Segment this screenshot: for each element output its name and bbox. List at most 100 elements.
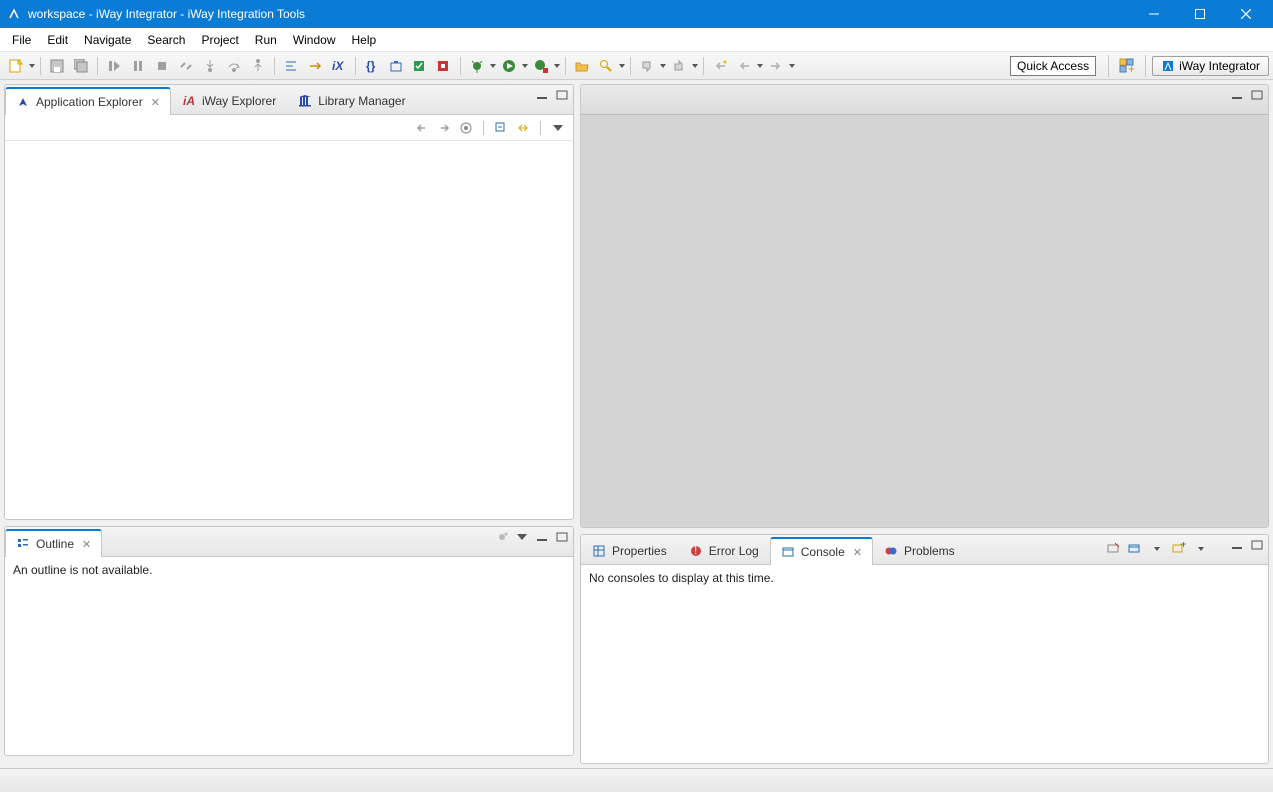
- link-editor-icon[interactable]: [514, 119, 532, 137]
- toolbar-separator: [40, 57, 41, 75]
- search-dropdown[interactable]: [618, 64, 626, 68]
- tab-error-log[interactable]: ! Error Log: [678, 536, 770, 564]
- run-dropdown[interactable]: [521, 64, 529, 68]
- tab-iway-explorer[interactable]: iA iWay Explorer: [171, 86, 287, 114]
- perspective-icon: [1161, 59, 1175, 73]
- close-icon[interactable]: ✕: [149, 96, 160, 109]
- quick-access-button[interactable]: Quick Access: [1010, 56, 1096, 76]
- test-icon[interactable]: [433, 55, 455, 77]
- tab-application-explorer[interactable]: Application Explorer ✕: [5, 87, 171, 115]
- new-console-dropdown[interactable]: [1192, 540, 1210, 558]
- minimize-view-button[interactable]: [1230, 89, 1244, 101]
- maximize-button[interactable]: [1177, 0, 1223, 28]
- maximize-view-button[interactable]: [1250, 89, 1264, 101]
- explorer-tabrow: Application Explorer ✕ iA iWay Explorer …: [5, 85, 573, 115]
- display-console-icon[interactable]: [1126, 540, 1144, 558]
- menu-search[interactable]: Search: [139, 28, 193, 51]
- console-toolbar: +: [1104, 540, 1210, 558]
- close-icon[interactable]: ✕: [80, 538, 91, 551]
- home-icon[interactable]: [457, 119, 475, 137]
- minimize-button[interactable]: [1131, 0, 1177, 28]
- problems-icon: [884, 544, 898, 558]
- next-annotation-dropdown[interactable]: [659, 64, 667, 68]
- menu-help[interactable]: Help: [344, 28, 385, 51]
- debug-button[interactable]: [466, 55, 488, 77]
- menu-window[interactable]: Window: [285, 28, 344, 51]
- run-button[interactable]: [498, 55, 520, 77]
- stop-button[interactable]: [151, 55, 173, 77]
- app-icon: [6, 6, 22, 22]
- pin-console-icon[interactable]: [1104, 540, 1122, 558]
- back-arrow-icon[interactable]: [413, 119, 431, 137]
- braces-icon[interactable]: {}: [361, 55, 383, 77]
- channel-icon[interactable]: [304, 55, 326, 77]
- maximize-view-button[interactable]: [1250, 539, 1264, 551]
- focus-icon[interactable]: [495, 531, 509, 543]
- back-button[interactable]: [733, 55, 755, 77]
- tab-properties[interactable]: Properties: [581, 536, 678, 564]
- view-menu-icon[interactable]: [515, 531, 529, 543]
- tab-library-manager[interactable]: Library Manager: [287, 86, 416, 114]
- perspective-button[interactable]: iWay Integrator: [1152, 56, 1269, 76]
- transform-icon[interactable]: iX: [328, 55, 350, 77]
- new-button[interactable]: [5, 55, 27, 77]
- tab-label: Problems: [904, 544, 955, 558]
- align-left-button[interactable]: [280, 55, 302, 77]
- save-all-button[interactable]: [70, 55, 92, 77]
- maximize-view-button[interactable]: [555, 531, 569, 543]
- collapse-all-icon[interactable]: [492, 119, 510, 137]
- close-icon[interactable]: ✕: [851, 546, 862, 559]
- validate-icon[interactable]: [409, 55, 431, 77]
- explorer-local-toolbar: [5, 115, 573, 141]
- minimize-view-button[interactable]: [1230, 539, 1244, 551]
- rocket-icon: [16, 95, 30, 109]
- prev-annotation-dropdown[interactable]: [691, 64, 699, 68]
- new-dropdown[interactable]: [28, 64, 36, 68]
- forward-arrow-icon[interactable]: [435, 119, 453, 137]
- menu-edit[interactable]: Edit: [39, 28, 76, 51]
- forward-button[interactable]: [765, 55, 787, 77]
- console-dropdown[interactable]: [1148, 540, 1166, 558]
- back-dropdown[interactable]: [756, 64, 764, 68]
- search-button[interactable]: [595, 55, 617, 77]
- tab-problems[interactable]: Problems: [873, 536, 966, 564]
- new-console-icon[interactable]: +: [1170, 540, 1188, 558]
- resume-button[interactable]: [103, 55, 125, 77]
- bottom-panel: Properties ! Error Log Console ✕ Problem…: [580, 534, 1269, 764]
- step-into-button[interactable]: [199, 55, 221, 77]
- iway-icon: iA: [182, 94, 196, 108]
- last-edit-button[interactable]: [709, 55, 731, 77]
- disconnect-button[interactable]: [175, 55, 197, 77]
- menu-file[interactable]: File: [4, 28, 39, 51]
- tab-outline[interactable]: Outline ✕: [5, 529, 102, 557]
- open-folder-icon[interactable]: [571, 55, 593, 77]
- menu-navigate[interactable]: Navigate: [76, 28, 139, 51]
- menu-project[interactable]: Project: [193, 28, 246, 51]
- explorer-body: [5, 141, 573, 519]
- save-button[interactable]: [46, 55, 68, 77]
- view-menu-icon[interactable]: [549, 119, 567, 137]
- minimize-view-button[interactable]: [535, 89, 549, 101]
- run-last-dropdown[interactable]: [553, 64, 561, 68]
- title-bar: workspace - iWay Integrator - iWay Integ…: [0, 0, 1273, 28]
- step-over-button[interactable]: [223, 55, 245, 77]
- close-button[interactable]: [1223, 0, 1269, 28]
- next-annotation-button[interactable]: [636, 55, 658, 77]
- toolbar-separator: [1145, 55, 1146, 77]
- debug-dropdown[interactable]: [489, 64, 497, 68]
- tab-label: Outline: [36, 537, 74, 551]
- forward-dropdown[interactable]: [788, 64, 796, 68]
- pause-button[interactable]: [127, 55, 149, 77]
- maximize-view-button[interactable]: [555, 89, 569, 101]
- editor-panel: [580, 84, 1269, 528]
- step-return-button[interactable]: [247, 55, 269, 77]
- tab-label: iWay Explorer: [202, 94, 276, 108]
- menu-run[interactable]: Run: [247, 28, 285, 51]
- open-perspective-button[interactable]: +: [1115, 55, 1139, 77]
- prev-annotation-button[interactable]: [668, 55, 690, 77]
- run-last-button[interactable]: [530, 55, 552, 77]
- minimize-view-button[interactable]: [535, 531, 549, 543]
- tab-console[interactable]: Console ✕: [770, 537, 873, 565]
- deploy-icon[interactable]: [385, 55, 407, 77]
- menu-bar: File Edit Navigate Search Project Run Wi…: [0, 28, 1273, 52]
